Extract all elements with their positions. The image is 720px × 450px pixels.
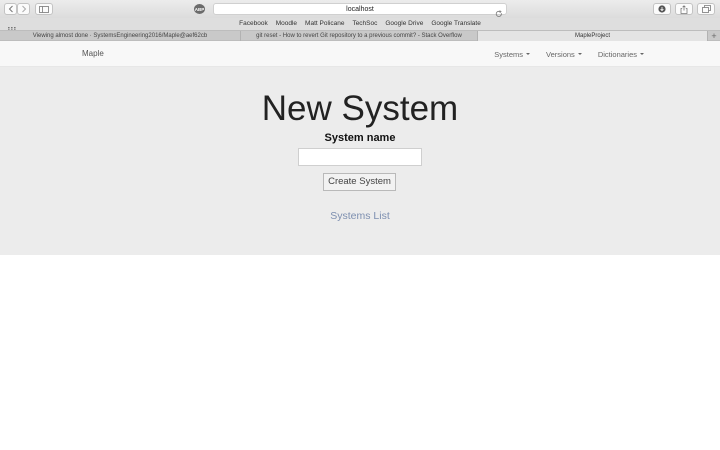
address-bar[interactable]: localhost	[213, 3, 507, 17]
navbar-brand[interactable]: Maple	[82, 41, 104, 67]
nav-menu-dictionaries[interactable]: Dictionaries	[598, 50, 644, 59]
tab-bar: Viewing almost done · SystemsEngineering…	[0, 30, 720, 41]
browser-tab[interactable]: Viewing almost done · SystemsEngineering…	[0, 31, 241, 41]
sidebar-toggle-button[interactable]	[35, 3, 53, 15]
favorite-link[interactable]: Facebook	[239, 18, 268, 30]
new-system-panel: New System System name Create System Sys…	[0, 67, 720, 255]
nav-menu-versions[interactable]: Versions	[546, 50, 582, 59]
share-button[interactable]	[675, 3, 693, 15]
share-icon	[680, 4, 688, 14]
caret-down-icon	[577, 53, 582, 55]
tab-overview-button[interactable]	[697, 3, 715, 15]
favorite-link[interactable]: Google Translate	[431, 18, 481, 30]
nav-menu-label: Systems	[494, 49, 524, 59]
nav-menu-label: Dictionaries	[597, 49, 637, 59]
forward-button[interactable]	[17, 3, 30, 15]
system-name-label: System name	[324, 132, 396, 144]
page-title: New System	[261, 89, 459, 128]
favorite-link[interactable]: Matt Policane	[305, 18, 344, 30]
browser-toolbar: ABP localhost	[0, 0, 720, 18]
url-text: localhost	[346, 5, 374, 13]
browser-tab-active[interactable]: MapleProject	[478, 31, 708, 41]
sidebar-icon	[39, 5, 49, 13]
caret-down-icon	[640, 53, 644, 55]
nav-menu-systems[interactable]: Systems	[494, 49, 531, 59]
create-system-button[interactable]: Create System	[323, 173, 396, 191]
favorites-bar: Facebook Moodle Matt Policane TechSoc Go…	[0, 18, 720, 33]
nav-menu-label: Versions	[546, 49, 575, 59]
system-name-input[interactable]	[298, 148, 422, 166]
systems-list-link[interactable]: Systems List	[0, 210, 720, 222]
new-tab-button[interactable]: +	[708, 31, 720, 41]
navbar-menus: Systems Versions Dictionaries	[494, 41, 644, 67]
downloads-button[interactable]	[653, 3, 671, 15]
favorite-link[interactable]: Google Drive	[385, 18, 423, 30]
adblock-icon[interactable]: ABP	[194, 4, 205, 14]
tabs-icon	[701, 5, 711, 13]
back-button[interactable]	[4, 3, 17, 15]
caret-down-icon	[526, 53, 531, 55]
download-icon	[658, 5, 666, 13]
chevron-left-icon	[8, 5, 13, 13]
browser-tab[interactable]: git reset - How to revert Git repository…	[241, 31, 478, 41]
favorites-list: Facebook Moodle Matt Policane TechSoc Go…	[0, 18, 720, 30]
site-navbar: Maple Systems Versions Dictionaries	[0, 41, 720, 67]
chevron-right-icon	[21, 5, 26, 13]
favorite-link[interactable]: TechSoc	[352, 18, 377, 30]
favorite-link[interactable]: Moodle	[276, 18, 297, 30]
